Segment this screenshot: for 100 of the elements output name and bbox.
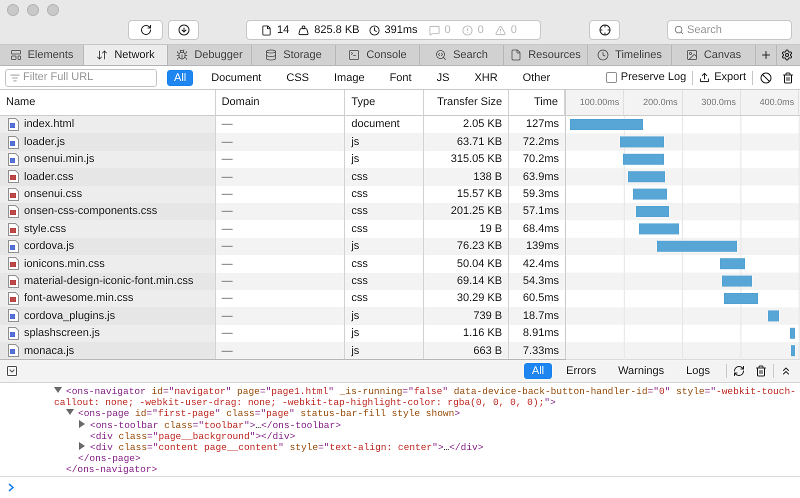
type-filter[interactable]: Document <box>204 70 268 86</box>
dom-node-line[interactable]: <div class="page__background"></div> <box>78 430 796 442</box>
dom-node-line[interactable]: <ons-toolbar class="toolbar">…</ons-toolbar> <box>78 420 796 431</box>
error-icon <box>462 24 473 36</box>
trash-icon <box>782 72 794 84</box>
stylesheet-file-icon <box>8 222 19 236</box>
file-name: onsenui.css <box>24 187 82 202</box>
name-cell[interactable]: splashscreen.js <box>0 324 216 342</box>
script-file-icon <box>8 240 19 253</box>
size-cell: 663 B <box>424 342 510 359</box>
file-name: loader.css <box>24 170 74 185</box>
column-header[interactable]: Domain <box>216 90 346 115</box>
time-cell-text: 42.4ms <box>522 256 560 272</box>
console-filter[interactable]: Logs <box>678 363 718 379</box>
console-tab-icon <box>348 49 360 61</box>
type-filter[interactable]: Other <box>516 70 558 86</box>
disclosure-triangle-icon[interactable] <box>54 386 62 394</box>
time-cell-text: 60.5ms <box>522 291 560 306</box>
search-input[interactable]: Search <box>687 22 785 38</box>
type-filter[interactable]: XHR <box>467 70 505 86</box>
time-cell-text: 127ms <box>524 117 560 132</box>
time-cell-text: 59.3ms <box>522 187 560 202</box>
name-cell[interactable]: material-design-iconic-font.min.css <box>0 272 216 290</box>
disclosure-triangle-icon[interactable] <box>66 408 74 416</box>
clear-on-navigate-button[interactable] <box>759 72 773 84</box>
console-filter[interactable]: Warnings <box>610 363 672 379</box>
name-cell[interactable]: ionicons.min.css <box>0 255 216 273</box>
file-name: loader.js <box>24 134 65 150</box>
file-icon <box>261 24 272 36</box>
type-filter[interactable]: All <box>167 70 194 86</box>
time-cell-text: 18.7ms <box>522 308 560 324</box>
file-name: onsenui.min.js <box>24 152 94 168</box>
filter-input[interactable]: Filter Full URL <box>23 69 152 86</box>
file-name: index.html <box>24 117 74 132</box>
dom-closing-tag: </ons-navigator> <box>54 464 158 476</box>
search-tab-icon <box>435 49 448 61</box>
disclosure-triangle-icon[interactable] <box>78 442 86 450</box>
name-cell[interactable]: loader.js <box>0 133 216 151</box>
reload-icon <box>140 24 152 36</box>
chevrons-up-icon <box>780 365 792 377</box>
storage-tab-icon <box>265 49 278 61</box>
file-name: material-design-iconic-font.min.css <box>24 274 194 289</box>
reload-button[interactable] <box>128 20 163 40</box>
name-cell[interactable]: font-awesome.min.css <box>0 290 216 308</box>
clock-icon <box>368 24 380 36</box>
file-name: ionicons.min.css <box>24 256 105 272</box>
download-button[interactable] <box>168 20 199 40</box>
name-cell[interactable]: cordova_plugins.js <box>0 307 216 325</box>
type-filter[interactable]: JS <box>430 70 456 86</box>
column-header[interactable]: Transfer Size <box>424 90 510 115</box>
name-cell[interactable]: style.css <box>0 220 216 238</box>
search-field[interactable]: Search <box>667 20 792 40</box>
filter-icon <box>10 72 20 82</box>
column-header[interactable]: Name <box>0 90 216 115</box>
type-filter[interactable]: Font <box>382 70 419 86</box>
name-cell[interactable]: onsen-css-components.css <box>0 202 216 220</box>
script-file-icon <box>8 344 19 358</box>
dom-node-line[interactable]: <ons-navigator id="navigator" page="page1.html" _is-running="false" data-device-back-button-handler-id="0" style="-webkit-touch-callout: none; -webkit-user-drag: none; -webkit-tap-highlight-color: rgba(0, 0, 0, 0);"> <box>54 386 796 408</box>
debugger-tab-icon <box>176 49 188 61</box>
name-cell[interactable]: onsenui.min.js <box>0 150 216 168</box>
name-cell[interactable]: index.html <box>0 116 216 134</box>
tick-label: 400.0ms <box>740 90 800 115</box>
error-count: 0 <box>478 22 484 38</box>
name-cell[interactable]: monaca.js <box>0 342 216 359</box>
panel-tab[interactable]: Network <box>84 45 168 65</box>
resource-count: 14 <box>277 22 290 38</box>
column-header[interactable]: Type <box>345 90 424 115</box>
file-name: cordova_plugins.js <box>24 308 116 324</box>
inspect-button[interactable] <box>589 20 620 40</box>
name-cell[interactable]: cordova.js <box>0 238 216 256</box>
file-name: cordova.js <box>24 239 74 254</box>
dom-node-line[interactable]: <div class="content page__content" style="text-align: center">…</div> <box>78 442 796 454</box>
disclosure-triangle-icon[interactable] <box>78 420 86 428</box>
refresh-icon <box>733 365 745 377</box>
script-file-icon <box>8 152 19 166</box>
console-filter[interactable]: All <box>524 363 552 379</box>
download-icon <box>178 24 190 36</box>
filter-field[interactable]: Filter Full URL <box>5 68 157 86</box>
time-cell-text: 8.91ms <box>522 326 560 342</box>
checkbox-square[interactable] <box>606 72 617 83</box>
toggle-console-icon[interactable] <box>6 365 18 377</box>
dom-node-line[interactable]: <ons-page id="first-page" class="page" status-bar-fill style shown> <box>66 408 796 420</box>
export-button[interactable]: Export <box>699 69 746 86</box>
checkbox-label: Preserve Log <box>620 70 686 86</box>
trash-button[interactable] <box>781 72 795 84</box>
prompt-chevron-icon <box>8 483 14 492</box>
console-filter[interactable]: Errors <box>558 363 604 379</box>
name-cell[interactable]: loader.css <box>0 168 216 186</box>
file-name: monaca.js <box>24 344 74 359</box>
time-cell-text: 54.3ms <box>522 274 560 289</box>
preserve-log-checkbox[interactable]: Preserve Log <box>606 69 686 86</box>
column-header[interactable]: Time <box>509 90 565 115</box>
refresh-button[interactable] <box>731 365 747 377</box>
timelines-tab-icon <box>597 49 610 61</box>
stylesheet-file-icon <box>8 274 19 288</box>
plus-icon <box>760 49 772 61</box>
type-filter[interactable]: Image <box>327 70 372 86</box>
type-filter[interactable]: CSS <box>279 70 316 86</box>
name-cell[interactable]: onsenui.css <box>0 186 216 203</box>
trash-button[interactable] <box>753 365 769 377</box>
